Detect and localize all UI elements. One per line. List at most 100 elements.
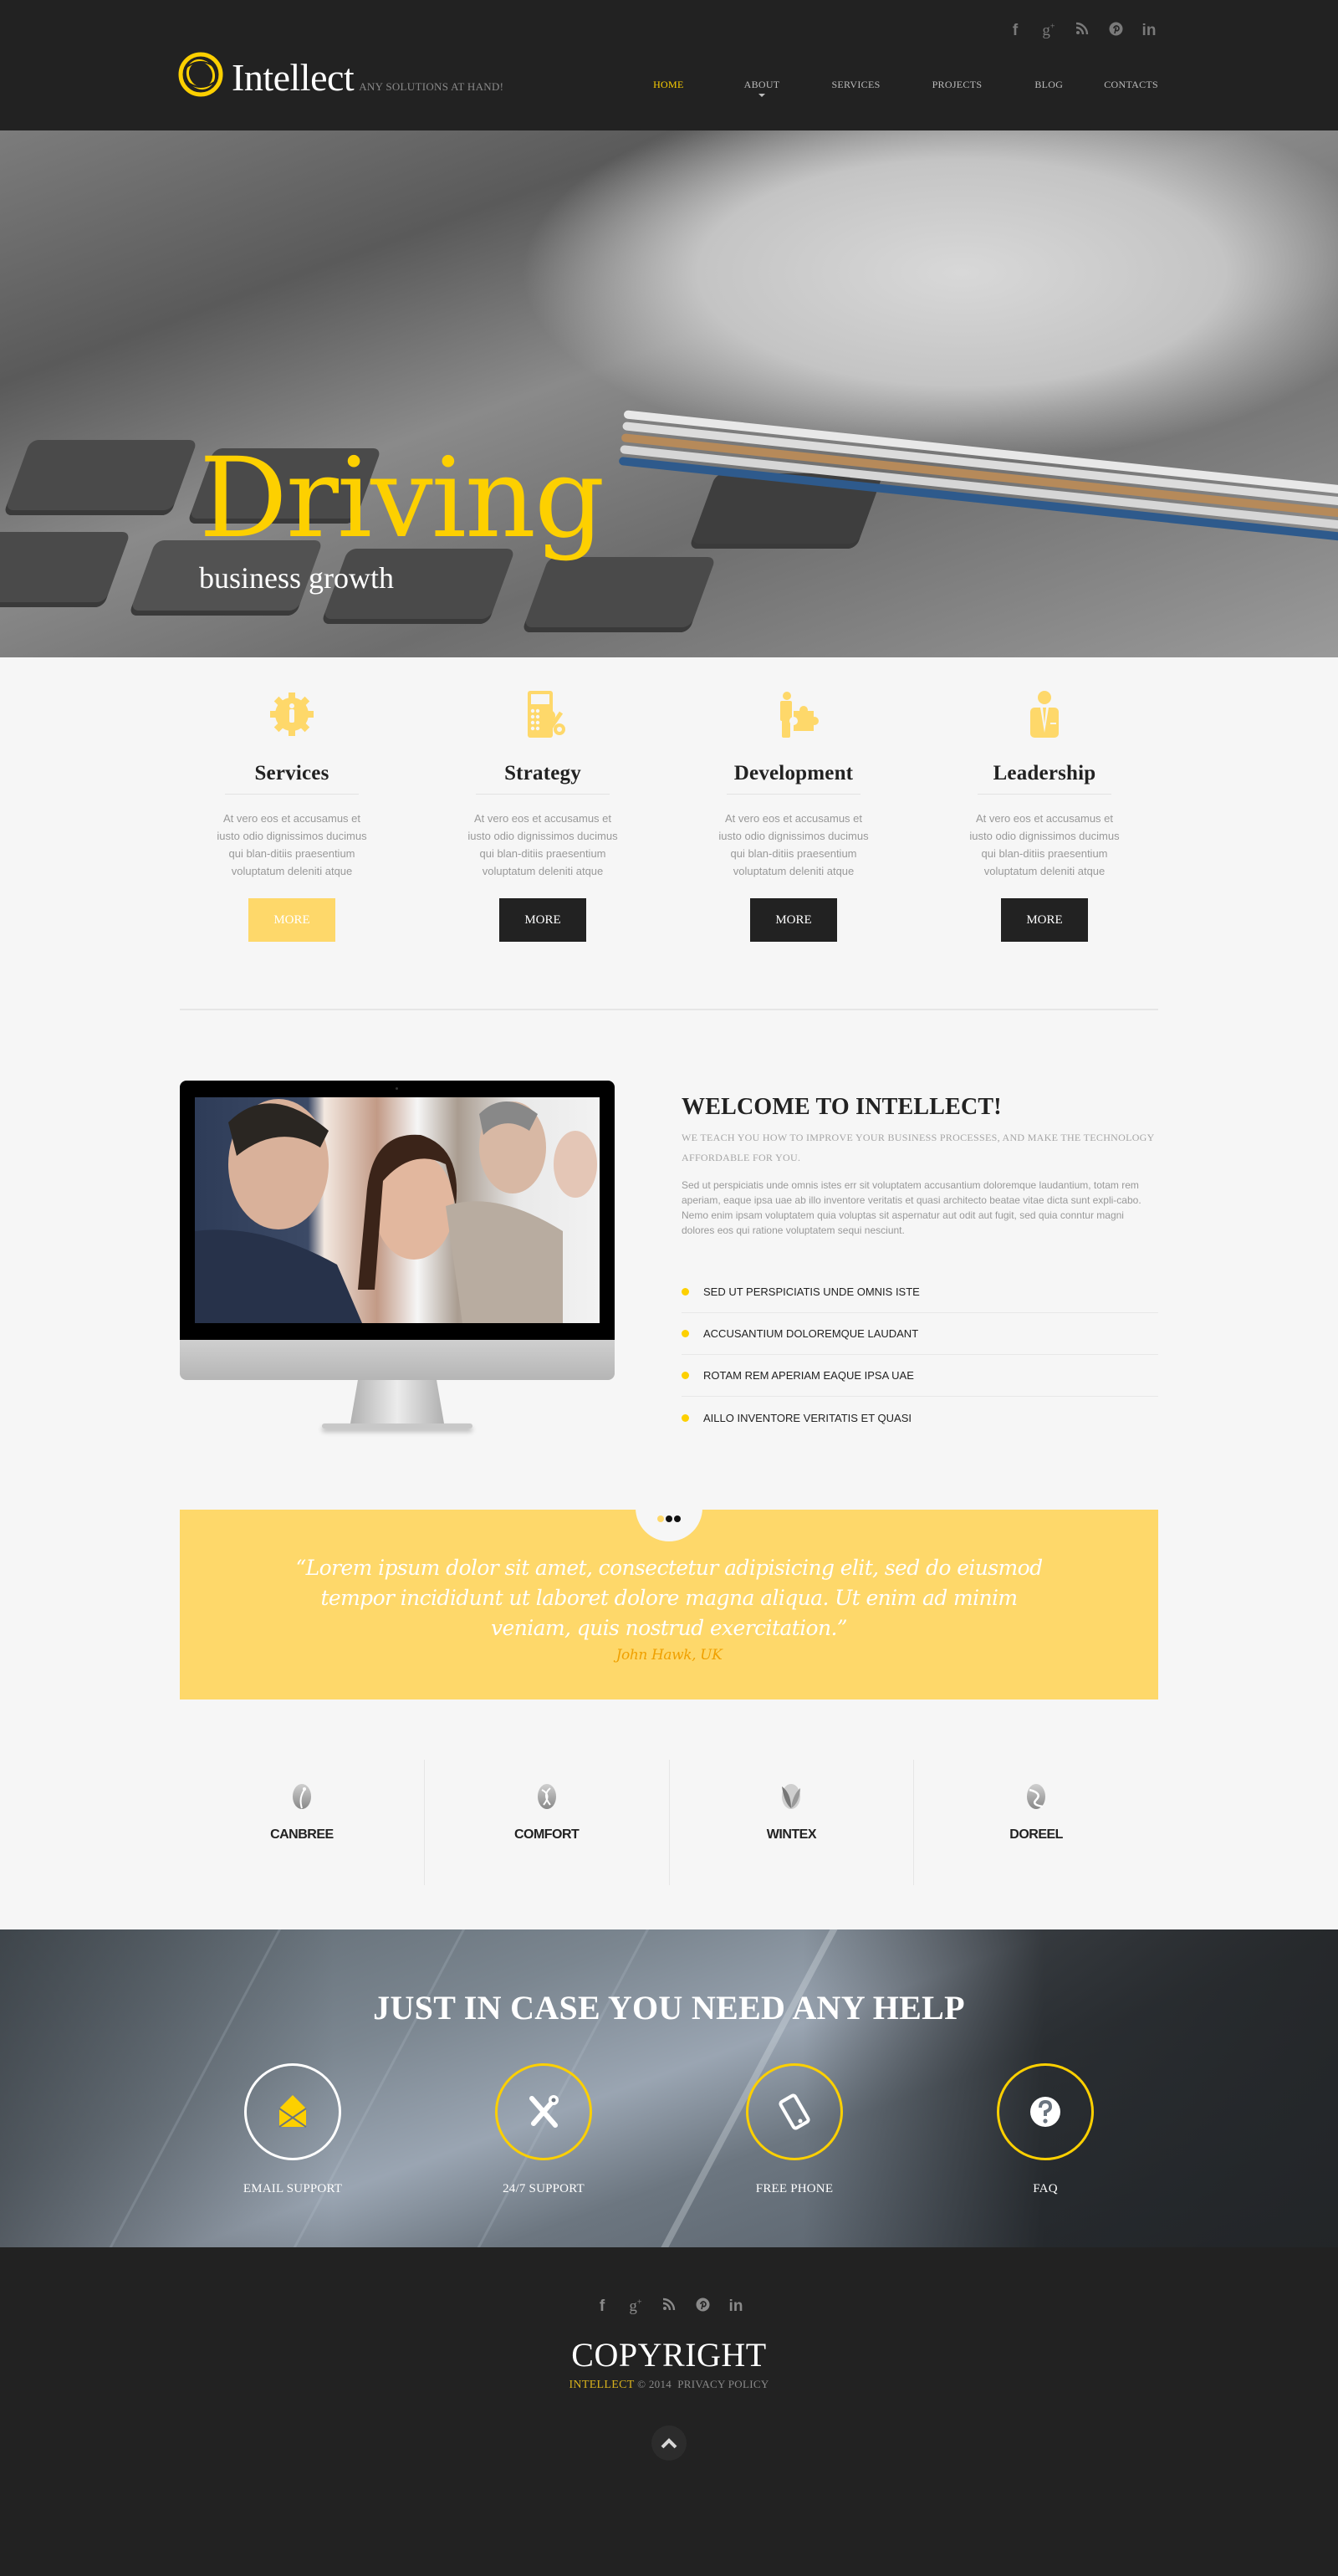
monitor-camera — [396, 1087, 398, 1090]
feature-divider — [225, 794, 359, 795]
feature-text: At vero eos et accusamus et iusto odio d… — [467, 812, 618, 877]
chevron-down-icon — [758, 94, 766, 97]
help-section: JUST IN CASE YOU NEED ANY HELP EMAIL SUP… — [0, 1929, 1338, 2247]
welcome-list: SED UT PERSPICIATIS UNDE OMNIS ISTE ACCU… — [682, 1271, 1158, 1439]
linkedin-icon[interactable]: in — [1140, 22, 1158, 41]
monitor-base — [322, 1423, 472, 1429]
client-canbree[interactable]: CANBREE — [180, 1760, 424, 1885]
logo[interactable]: Intellect ANY SOLUTIONS AT HAND! — [178, 52, 503, 97]
canbree-logo-icon — [292, 1784, 311, 1809]
more-button-leadership[interactable]: MORE — [1001, 898, 1088, 942]
rss-icon[interactable] — [1073, 22, 1091, 41]
linkedin-icon[interactable]: in — [727, 2297, 745, 2317]
back-to-top-button[interactable] — [651, 2425, 687, 2461]
list-item-text: ACCUSANTIUM DOLOREMQUE LAUDANT — [703, 1327, 919, 1340]
testimonial-pager — [636, 1508, 702, 1541]
gear-person-icon — [270, 693, 314, 736]
pager-dot-2[interactable] — [666, 1515, 672, 1522]
nav-contacts[interactable]: CONTACTS — [1104, 79, 1158, 91]
google-plus-icon[interactable]: g+ — [1039, 22, 1058, 41]
site-footer: f g+ in COPYRIGHT INTELLECT © 2014 PRIVA… — [0, 2247, 1338, 2576]
comfort-logo-icon — [537, 1784, 556, 1809]
footer-brand: INTELLECT — [569, 2379, 635, 2391]
help-free-phone[interactable]: FREE PHONE — [711, 2063, 878, 2196]
feature-divider — [727, 794, 861, 795]
help-faq[interactable]: FAQ — [962, 2063, 1129, 2196]
pager-dot-3[interactable] — [674, 1515, 681, 1522]
welcome-title: WELCOME TO INTELLECT! — [682, 1094, 1002, 1120]
feature-leadership: Leadership At vero eos et accusamus et i… — [952, 689, 1136, 942]
copyright-line: INTELLECT © 2014 PRIVACY POLICY — [0, 2378, 1338, 2392]
rss-icon[interactable] — [660, 2297, 678, 2317]
nav-about-label: ABOUT — [743, 79, 780, 90]
nav-home[interactable]: HOME — [653, 79, 684, 91]
copyright-title: COPYRIGHT — [571, 2336, 767, 2374]
feature-title: Leadership — [993, 762, 1096, 785]
nav-blog[interactable]: BLOG — [1034, 79, 1063, 91]
pager-dot-1[interactable] — [657, 1515, 664, 1522]
client-wintex[interactable]: WINTEX — [668, 1760, 914, 1885]
logo-tagline: ANY SOLUTIONS AT HAND! — [359, 80, 504, 93]
testimonial: “Lorem ipsum dolor sit amet, consectetur… — [180, 1508, 1158, 1699]
pinterest-icon[interactable] — [1106, 22, 1125, 41]
feature-divider — [476, 794, 610, 795]
list-item-text: AILLO INVENTORE VERITATIS ET QUASI — [703, 1411, 912, 1424]
team-photo-silhouettes — [195, 1099, 597, 1323]
help-label: EMAIL SUPPORT — [243, 2182, 343, 2195]
help-icon-circle[interactable] — [997, 2063, 1094, 2160]
doreel-logo-icon — [1027, 1784, 1046, 1809]
facebook-icon[interactable]: f — [593, 2297, 611, 2317]
testimonial-quote: “Lorem ipsum dolor sit amet, consectetur… — [295, 1556, 1043, 1640]
client-doreel[interactable]: DOREEL — [913, 1760, 1158, 1885]
hero-slider: Driving business growth — [0, 130, 1338, 657]
welcome-lead: WE TEACH YOU HOW TO IMPROVE YOUR BUSINES… — [682, 1132, 1155, 1163]
feature-services: Services At vero eos et accusamus et ius… — [200, 689, 384, 942]
nav-projects[interactable]: PROJECTS — [932, 79, 983, 91]
bullet-icon — [682, 1372, 689, 1379]
help-icon-circle[interactable] — [244, 2063, 341, 2160]
pinterest-icon[interactable] — [693, 2297, 712, 2317]
more-button-services[interactable]: MORE — [248, 898, 335, 942]
more-button-strategy[interactable]: MORE — [499, 898, 586, 942]
help-icon-circle[interactable] — [495, 2063, 592, 2160]
header-social-links: f g+ in — [1006, 22, 1158, 41]
question-icon — [1030, 2097, 1060, 2127]
facebook-icon[interactable]: f — [1006, 22, 1024, 41]
feature-divider — [978, 794, 1111, 795]
testimonial-author: John Hawk, UK — [615, 1647, 723, 1664]
envelope-icon — [278, 2095, 307, 2128]
feature-text: At vero eos et accusamus et iusto odio d… — [718, 812, 869, 877]
feature-strategy: Strategy At vero eos et accusamus et ius… — [451, 689, 635, 942]
footer-social-links: f g+ in — [0, 2297, 1338, 2317]
logo-ring-icon — [178, 52, 223, 97]
list-item-text: SED UT PERSPICIATIS UNDE OMNIS ISTE — [703, 1285, 920, 1298]
more-button-development[interactable]: MORE — [750, 898, 837, 942]
list-item: ACCUSANTIUM DOLOREMQUE LAUDANT — [682, 1313, 1158, 1355]
main-nav: HOME ABOUT SERVICES PROJECTS BLOG CONTAC… — [653, 79, 1158, 97]
help-icon-circle[interactable] — [746, 2063, 843, 2160]
help-24-7-support[interactable]: 24/7 SUPPORT — [460, 2063, 627, 2196]
help-label: 24/7 SUPPORT — [503, 2182, 585, 2195]
client-name: COMFORT — [513, 1827, 580, 1842]
client-comfort[interactable]: COMFORT — [423, 1760, 669, 1885]
welcome-body: Sed ut perspiciatis unde omnis istes err… — [682, 1179, 1141, 1236]
google-plus-icon[interactable]: g+ — [626, 2297, 645, 2317]
monitor-image — [180, 1081, 615, 1429]
help-email-support[interactable]: EMAIL SUPPORT — [209, 2063, 376, 2196]
bullet-icon — [682, 1288, 689, 1296]
list-item: ROTAM REM APERIAM EAQUE IPSA UAE — [682, 1355, 1158, 1397]
privacy-policy-link[interactable]: PRIVACY POLICY — [677, 2378, 769, 2390]
welcome-text: WELCOME TO INTELLECT! WE TEACH YOU HOW T… — [682, 1094, 1158, 1439]
nav-services[interactable]: SERVICES — [831, 79, 880, 91]
feature-text: At vero eos et accusamus et iusto odio d… — [969, 812, 1120, 877]
client-name: WINTEX — [766, 1827, 817, 1842]
clients-section: CANBREE COMFORT WINTEX DOREEL — [180, 1760, 1158, 1885]
hero-subtitle: business growth — [199, 561, 394, 595]
bullet-icon — [682, 1413, 689, 1422]
feature-text: At vero eos et accusamus et iusto odio d… — [217, 812, 367, 877]
features-section: Services At vero eos et accusamus et ius… — [0, 657, 1338, 1010]
nav-about[interactable]: ABOUT — [743, 79, 780, 97]
help-title: JUST IN CASE YOU NEED ANY HELP — [373, 1989, 965, 2027]
monitor-chin — [180, 1340, 615, 1380]
tools-icon — [529, 2095, 559, 2128]
